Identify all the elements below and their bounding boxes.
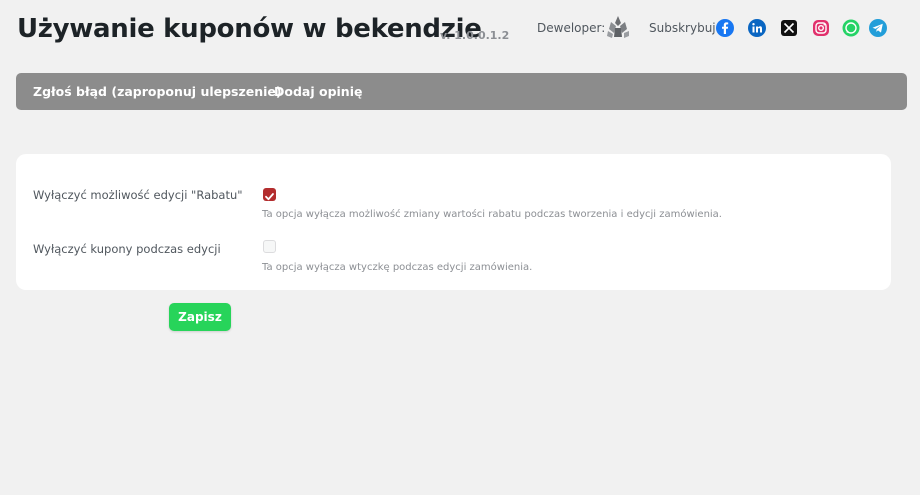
coupons-edit-checkbox[interactable] <box>263 240 276 253</box>
setting-label-coupons-edit: Wyłączyć kupony podczas edycji <box>33 242 221 256</box>
setting-label-discount-edit: Wyłączyć możliwość edycji "Rabatu" <box>33 188 243 202</box>
settings-card: Wyłączyć możliwość edycji "Rabatu" Ta op… <box>16 154 891 290</box>
linkedin-icon[interactable] <box>747 18 767 38</box>
setting-description-coupons-edit: Ta opcja wyłącza wtyczkę podczas edycji … <box>262 262 533 273</box>
page-title: Używanie kuponów w bekendzie <box>17 14 482 44</box>
x-icon[interactable] <box>779 18 799 38</box>
checkmark-icon <box>265 193 274 201</box>
version-label: v. 1.0.0.1.2 <box>440 29 510 42</box>
whatsapp-icon[interactable] <box>841 18 861 38</box>
instagram-icon[interactable] <box>811 18 831 38</box>
report-bug-link[interactable]: Zgłoś błąd (zaproponuj ulepszenie) <box>33 84 282 99</box>
developer-logo-icon[interactable] <box>605 14 631 40</box>
save-button[interactable]: Zapisz <box>169 303 231 331</box>
setting-description-discount-edit: Ta opcja wyłącza możliwość zmiany wartoś… <box>262 209 722 220</box>
top-nav-bar: Zgłoś błąd (zaproponuj ulepszenie) Dodaj… <box>16 73 907 110</box>
discount-edit-checkbox[interactable] <box>263 188 276 201</box>
telegram-icon[interactable] <box>868 18 888 38</box>
developer-label: Deweloper: <box>537 21 606 35</box>
subscribe-label: Subskrybuj: <box>649 21 720 35</box>
page-header: Używanie kuponów w bekendzie v. 1.0.0.1.… <box>17 14 907 54</box>
facebook-icon[interactable] <box>715 18 735 38</box>
add-review-link[interactable]: Dodaj opinię <box>274 84 362 99</box>
